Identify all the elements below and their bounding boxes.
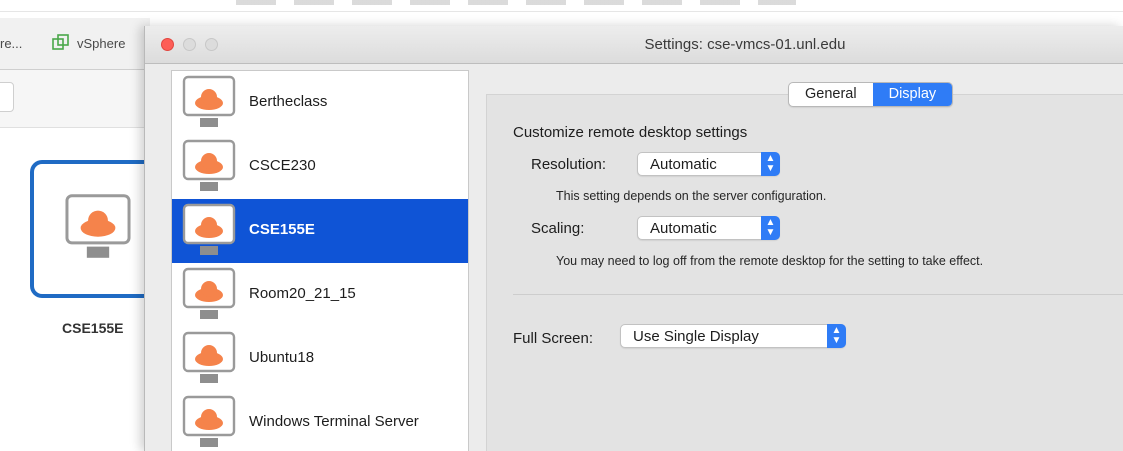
desktop-list-item[interactable]: Windows Terminal Server [172,391,468,451]
background-tab-truncated[interactable]: re... [0,36,22,51]
settings-pane [486,94,1123,451]
monitor-cloud-icon [65,194,131,258]
fullscreen-select-value: Use Single Display [633,328,759,345]
monitor-cloud-icon [182,395,236,447]
background-tab-vsphere[interactable]: vSphere [77,36,125,51]
desktop-list-item-label: Windows Terminal Server [249,413,419,430]
background-toolbar [0,70,150,128]
zoom-window-button[interactable] [205,38,218,51]
desktop-list-item-label: Room20_21_15 [249,285,356,302]
desktop-list: Bertheclass CSCE230 CSE155E Room20_21_15… [171,70,469,451]
desktop-list-item-selected[interactable]: CSE155E [172,199,468,263]
background-search-field[interactable] [0,82,14,112]
fullscreen-select[interactable]: Use Single Display ▲ ▼ [620,324,846,348]
resolution-note: This setting depends on the server confi… [556,189,827,203]
monitor-cloud-icon [182,203,236,255]
desktop-list-item[interactable]: CSCE230 [172,135,468,199]
scaling-label: Scaling: [531,220,585,237]
scaling-select[interactable]: Automatic ▲ ▼ [637,216,780,240]
scaling-note: You may need to log off from the remote … [556,254,984,268]
title-bar[interactable]: Settings: cse-vmcs-01.unl.edu [145,26,1123,64]
desktop-list-item-label: Bertheclass [249,93,328,110]
vsphere-icon [52,34,69,50]
chevron-updown-icon: ▲ ▼ [827,324,846,348]
tab-general[interactable]: General [789,83,873,106]
desktop-list-item[interactable]: Ubuntu18 [172,327,468,391]
settings-window: Settings: cse-vmcs-01.unl.edu Bertheclas… [144,26,1123,451]
resolution-label: Resolution: [531,156,607,173]
section-divider [513,294,1123,295]
scaling-select-value: Automatic [650,220,717,237]
monitor-cloud-icon [182,331,236,383]
redacted-text [236,0,796,5]
monitor-cloud-icon [182,267,236,319]
desktop-list-item-label: Ubuntu18 [249,349,315,366]
monitor-cloud-icon [182,139,236,191]
settings-tabs: General Display [788,82,954,107]
window-title: Settings: cse-vmcs-01.unl.edu [644,36,846,53]
minimize-window-button[interactable] [183,38,196,51]
resolution-select[interactable]: Automatic ▲ ▼ [637,152,780,176]
resolution-select-value: Automatic [650,156,717,173]
background-top-strip [0,0,1123,12]
monitor-cloud-icon [182,75,236,127]
desktop-list-item-label: CSE155E [249,221,315,238]
section-heading: Customize remote desktop settings [513,124,748,141]
desktop-list-item-label: CSCE230 [249,157,316,174]
close-window-button[interactable] [161,38,174,51]
tab-display[interactable]: Display [872,83,953,106]
fullscreen-label: Full Screen: [513,330,594,347]
chevron-updown-icon: ▲ ▼ [761,152,780,176]
desktop-list-item[interactable]: Room20_21_15 [172,263,468,327]
desktop-tile-label: CSE155E [62,320,124,336]
desktop-list-item[interactable]: Bertheclass [172,71,468,135]
background-tab-bar [0,18,150,70]
chevron-updown-icon: ▲ ▼ [761,216,780,240]
